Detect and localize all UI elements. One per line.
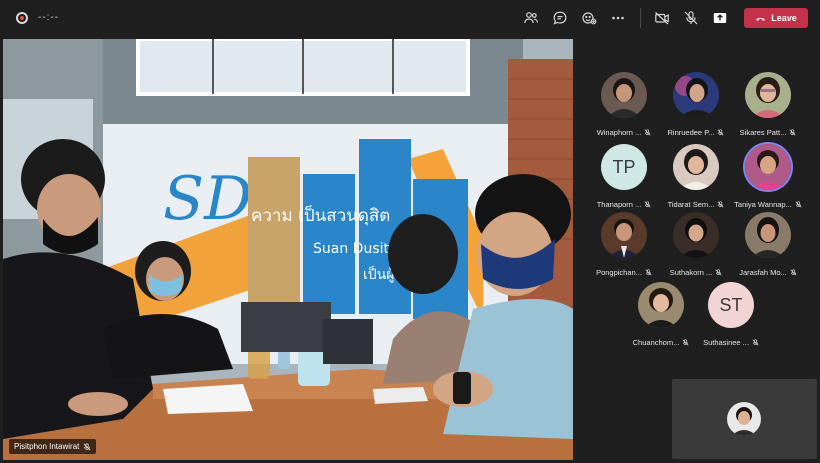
avatar-initials: TP	[612, 156, 636, 177]
leave-button[interactable]: Leave	[744, 8, 808, 28]
mic-toggle-button[interactable]	[680, 8, 702, 28]
mic-off-icon	[645, 269, 652, 276]
chat-button[interactable]	[549, 8, 571, 28]
meeting-room-video: SD ความ เป็นสวนดุสิต Suan Dusit เป็นผู้น	[3, 39, 573, 460]
reactions-icon	[582, 12, 597, 25]
meeting-toolbar: --:-- Leave	[0, 0, 820, 36]
leave-label: Leave	[771, 13, 797, 23]
mic-off-icon	[644, 129, 651, 136]
avatar	[601, 212, 647, 258]
more-options-button[interactable]	[607, 8, 629, 28]
mic-off-icon	[682, 339, 689, 346]
mic-off-icon	[795, 201, 802, 208]
participant-name: Rinruedee P...	[667, 128, 715, 137]
participant-tile[interactable]: Suthakorn ...	[661, 212, 731, 282]
share-screen-button[interactable]	[709, 8, 731, 28]
more-icon	[612, 16, 624, 20]
participant-tile[interactable]: Winaphorn ...	[589, 72, 659, 142]
participant-name: Tidarat Sem...	[667, 200, 715, 209]
share-icon	[713, 13, 727, 23]
mic-off-icon	[717, 201, 724, 208]
avatar	[727, 402, 761, 436]
participant-tile[interactable]: ST Suthasinee ...	[696, 282, 766, 352]
participant-tile[interactable]: Chuanchom...	[626, 282, 696, 352]
participant-tile[interactable]: Rinruedee P...	[661, 72, 731, 142]
avatar	[673, 72, 719, 118]
participant-tile[interactable]: Tidarat Sem...	[661, 144, 731, 214]
participant-name: Winaphorn ...	[596, 128, 642, 137]
participant-tile-active-speaker[interactable]: Taniya Wannap...	[733, 144, 803, 214]
participants-button[interactable]	[520, 8, 542, 28]
participant-tile[interactable]: Jarasfah Mo...	[733, 212, 803, 282]
self-view[interactable]	[672, 379, 817, 459]
avatar	[601, 72, 647, 118]
sign-text: ความ เป็นสวนดุสิต	[251, 204, 390, 226]
participant-tile[interactable]: TP Thanaporn ...	[589, 144, 659, 214]
participant-name: Thanaporn ...	[596, 200, 642, 209]
mic-off-icon	[752, 339, 759, 346]
record-icon[interactable]	[16, 12, 28, 24]
avatar	[673, 144, 719, 190]
reactions-button[interactable]	[578, 8, 600, 28]
participant-name: Suthakorn ...	[669, 268, 713, 277]
mic-off-icon	[684, 11, 698, 25]
avatar	[638, 282, 684, 328]
participant-name: Sikares Patt...	[739, 128, 787, 137]
mic-off-icon	[789, 129, 796, 136]
participants-icon	[524, 12, 538, 24]
participant-name: Suthasinee ...	[703, 338, 749, 347]
participant-tile[interactable]: Sikares Patt...	[733, 72, 803, 142]
participant-name: Pongpichan...	[596, 268, 642, 277]
avatar: TP	[601, 144, 647, 190]
avatar-initials: ST	[719, 294, 743, 315]
avatar	[673, 212, 719, 258]
mic-off-icon	[717, 129, 725, 136]
avatar: ST	[708, 282, 754, 328]
meeting-window: --:-- Leave SD ความ เป็นสวนดุสิต Suan Du…	[0, 0, 820, 463]
participant-name: Jarasfah Mo...	[739, 268, 787, 277]
participant-name: Chuanchom...	[632, 338, 680, 347]
mic-off-icon	[715, 269, 722, 276]
chat-icon	[553, 11, 567, 25]
main-video-feed[interactable]: SD ความ เป็นสวนดุสิต Suan Dusit เป็นผู้น	[3, 39, 573, 460]
mic-off-icon	[83, 442, 91, 450]
participant-tile[interactable]: Pongpichan...	[589, 212, 659, 282]
svg-text:SD: SD	[163, 164, 252, 234]
phone-hangup-icon	[756, 17, 766, 21]
speaker-name-tag: Pisitphon Intawirat	[9, 439, 97, 454]
sign-subtext: Suan Dusit	[313, 241, 389, 257]
camera-off-icon	[655, 12, 669, 25]
mic-off-icon	[790, 269, 797, 276]
avatar	[745, 212, 791, 258]
speaker-name: Pisitphon Intawirat	[14, 442, 80, 451]
meeting-timer: --:--	[38, 12, 60, 23]
avatar	[745, 72, 791, 118]
camera-toggle-button[interactable]	[651, 8, 673, 28]
toolbar-divider	[640, 8, 641, 28]
avatar	[745, 144, 791, 190]
participant-name: Taniya Wannap...	[734, 200, 792, 209]
mic-off-icon	[644, 201, 651, 208]
